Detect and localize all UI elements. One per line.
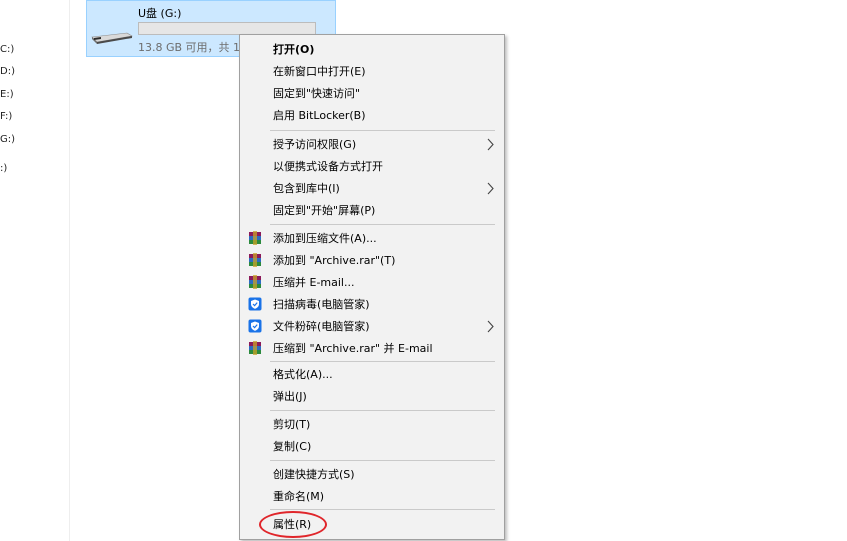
menu-label-compress-rar-email: 压缩到 "Archive.rar" 并 E-mail bbox=[273, 342, 433, 355]
menu-separator bbox=[270, 460, 495, 461]
menu-separator bbox=[270, 361, 495, 362]
highlight-annotation-circle bbox=[259, 511, 327, 538]
menu-separator bbox=[270, 224, 495, 225]
nav-item-drive-d[interactable]: D:) bbox=[0, 66, 15, 77]
menu-item-shred-file[interactable]: 文件粉碎(电脑管家) bbox=[242, 316, 502, 337]
menu-item-create-shortcut[interactable]: 创建快捷方式(S) bbox=[242, 464, 502, 485]
menu-item-bitlocker[interactable]: 启用 BitLocker(B) bbox=[242, 105, 502, 126]
menu-label-pin-start: 固定到"开始"屏幕(P) bbox=[273, 204, 376, 217]
menu-item-give-access[interactable]: 授予访问权限(G) bbox=[242, 134, 502, 155]
usb-drive-icon bbox=[91, 32, 133, 44]
drive-name: U盘 (G:) bbox=[138, 7, 182, 20]
navigation-pane: C:) D:) E:) F:) G:) :) bbox=[0, 0, 70, 541]
menu-separator bbox=[270, 410, 495, 411]
menu-item-eject[interactable]: 弹出(J) bbox=[242, 386, 502, 407]
menu-item-scan-virus[interactable]: 扫描病毒(电脑管家) bbox=[242, 294, 502, 315]
tencent-pc-manager-icon bbox=[248, 319, 262, 333]
menu-label-copy: 复制(C) bbox=[273, 440, 312, 453]
menu-label-compress-email: 压缩并 E-mail... bbox=[273, 276, 355, 289]
menu-label-rename: 重命名(M) bbox=[273, 490, 325, 503]
menu-label-format: 格式化(A)... bbox=[273, 368, 333, 381]
menu-label-create-shortcut: 创建快捷方式(S) bbox=[273, 468, 355, 481]
winrar-icon bbox=[249, 275, 261, 289]
menu-item-format[interactable]: 格式化(A)... bbox=[242, 364, 502, 385]
menu-label-cut: 剪切(T) bbox=[273, 418, 311, 431]
menu-item-rename[interactable]: 重命名(M) bbox=[242, 486, 502, 507]
menu-label-open-portable: 以便携式设备方式打开 bbox=[273, 160, 383, 173]
menu-item-open-new-window[interactable]: 在新窗口中打开(E) bbox=[242, 61, 502, 82]
menu-label-bitlocker: 启用 BitLocker(B) bbox=[273, 109, 366, 122]
nav-item-drive-g[interactable]: G:) bbox=[0, 134, 15, 145]
chevron-right-icon bbox=[487, 138, 494, 151]
menu-item-cut[interactable]: 剪切(T) bbox=[242, 414, 502, 435]
menu-label-add-archive: 添加到压缩文件(A)... bbox=[273, 232, 377, 245]
menu-item-include-library[interactable]: 包含到库中(I) bbox=[242, 178, 502, 199]
menu-item-pin-quick-access[interactable]: 固定到"快速访问" bbox=[242, 83, 502, 104]
nav-item-drive-e[interactable]: E:) bbox=[0, 89, 14, 100]
menu-label-shred-file: 文件粉碎(电脑管家) bbox=[273, 320, 370, 333]
menu-separator bbox=[270, 130, 495, 131]
menu-label-open-new-window: 在新窗口中打开(E) bbox=[273, 65, 366, 78]
menu-label-add-archive-rar: 添加到 "Archive.rar"(T) bbox=[273, 254, 396, 267]
nav-item-drive-f[interactable]: F:) bbox=[0, 111, 12, 122]
winrar-icon bbox=[249, 231, 261, 245]
menu-label-pin-quick-access: 固定到"快速访问" bbox=[273, 87, 361, 100]
menu-label-open: 打开(O) bbox=[273, 43, 315, 56]
tencent-pc-manager-icon bbox=[248, 297, 262, 311]
drive-space-text: 13.8 GB 可用，共 1 bbox=[138, 41, 241, 54]
context-menu: 打开(O) 在新窗口中打开(E) 固定到"快速访问" 启用 BitLocker(… bbox=[239, 34, 505, 540]
menu-item-add-archive-rar[interactable]: 添加到 "Archive.rar"(T) bbox=[242, 250, 502, 271]
menu-item-compress-email[interactable]: 压缩并 E-mail... bbox=[242, 272, 502, 293]
menu-item-compress-rar-email[interactable]: 压缩到 "Archive.rar" 并 E-mail bbox=[242, 338, 502, 359]
menu-separator bbox=[270, 509, 495, 510]
nav-item-network[interactable]: :) bbox=[0, 163, 7, 174]
nav-item-drive-c[interactable]: C:) bbox=[0, 44, 14, 55]
winrar-icon bbox=[249, 253, 261, 267]
chevron-right-icon bbox=[487, 320, 494, 333]
menu-label-eject: 弹出(J) bbox=[273, 390, 307, 403]
menu-item-add-archive[interactable]: 添加到压缩文件(A)... bbox=[242, 228, 502, 249]
chevron-right-icon bbox=[487, 182, 494, 195]
menu-label-scan-virus: 扫描病毒(电脑管家) bbox=[273, 298, 370, 311]
menu-item-open-portable[interactable]: 以便携式设备方式打开 bbox=[242, 156, 502, 177]
menu-item-copy[interactable]: 复制(C) bbox=[242, 436, 502, 457]
menu-item-pin-start[interactable]: 固定到"开始"屏幕(P) bbox=[242, 200, 502, 221]
winrar-icon bbox=[249, 341, 261, 355]
menu-label-include-library: 包含到库中(I) bbox=[273, 182, 340, 195]
menu-item-open[interactable]: 打开(O) bbox=[242, 39, 502, 60]
menu-label-give-access: 授予访问权限(G) bbox=[273, 138, 357, 151]
